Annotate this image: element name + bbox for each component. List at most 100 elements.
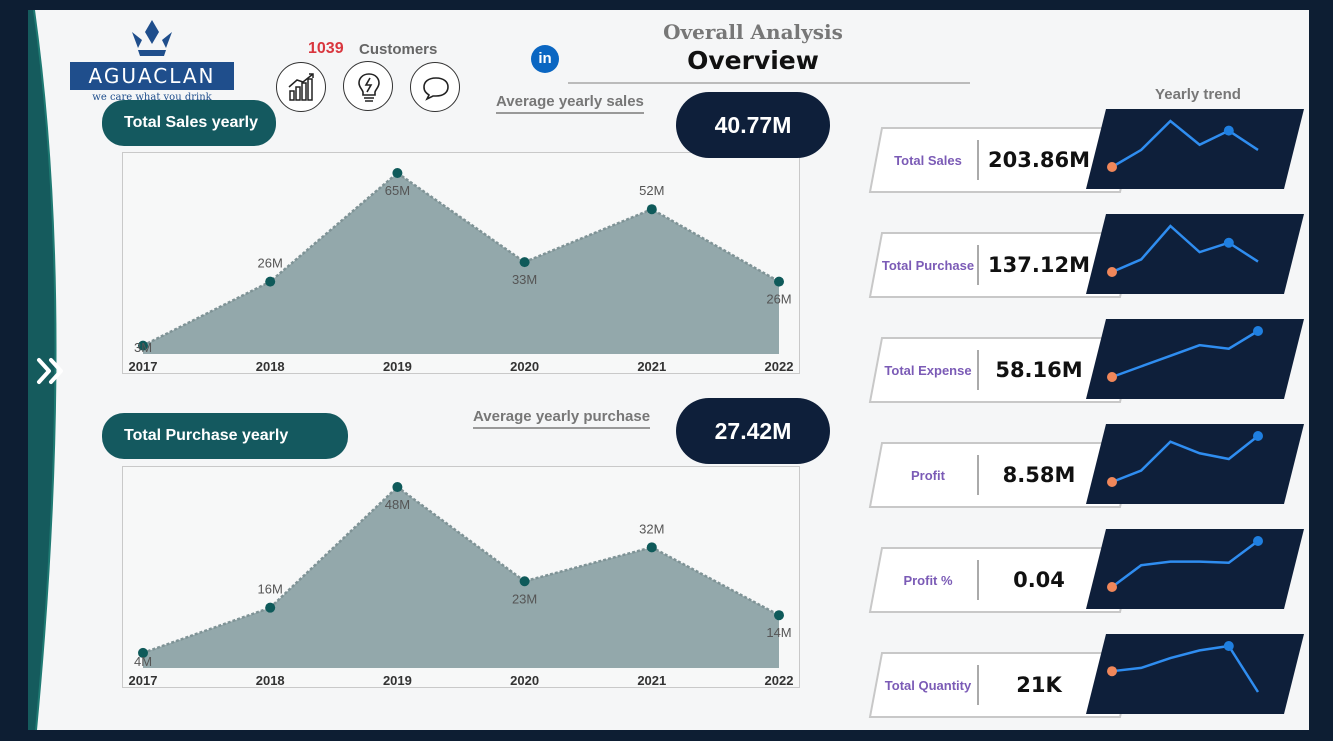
x-tick-label: 2019 (383, 673, 412, 688)
sparkline-card (1086, 109, 1304, 189)
x-tick-label: 2022 (765, 359, 794, 374)
data-point[interactable] (392, 168, 403, 178)
kpi-value: 21K (1016, 673, 1062, 697)
purchase-area-chart: 4M 2017 16M 2018 48M 2019 23M 2020 32M 2021 14M 202… (129, 482, 794, 688)
sales-yearly-pill: Total Sales yearly (102, 100, 276, 146)
kpi-value: 137.12M (988, 253, 1090, 277)
kpi-divider (977, 665, 979, 705)
sparkline-bg (1086, 214, 1304, 294)
x-tick-label: 2018 (256, 673, 285, 688)
data-label: 48M (385, 497, 410, 512)
sales-chart-box: 3M 2017 26M 2018 65M 2019 33M 2020 52M 2021 26M 202… (122, 152, 800, 374)
x-tick-label: 2019 (383, 359, 412, 374)
brand-logo: AGUACLAN we care what you drink (70, 18, 236, 103)
area-fill (143, 173, 779, 354)
double-chevron-right-icon[interactable] (34, 354, 70, 388)
sparkline-bg (1086, 634, 1304, 714)
avg-sales-value: 40.77M (676, 92, 830, 158)
sparkline-start-point (1107, 582, 1117, 592)
avg-sales-label: Average yearly sales (496, 93, 644, 114)
customer-label: Customers (359, 41, 438, 58)
data-label: 32M (639, 521, 664, 536)
sparkline-bg (1086, 109, 1304, 189)
data-label: 52M (639, 183, 664, 198)
kpi-divider (977, 245, 979, 285)
kpi-value: 0.04 (1013, 568, 1065, 592)
kpi-label: Total Sales (894, 152, 962, 168)
sparkline-card (1086, 634, 1304, 714)
kpi-divider (977, 455, 979, 495)
data-point[interactable] (519, 576, 530, 587)
data-point[interactable] (519, 257, 530, 268)
sparkline-bg (1086, 319, 1304, 399)
sparkline-bg (1086, 529, 1304, 609)
kpi-value: 8.58M (1002, 463, 1076, 487)
data-point[interactable] (774, 610, 784, 621)
x-tick-label: 2017 (129, 673, 158, 688)
page-title: Overall Analysis (663, 20, 843, 44)
x-tick-label: 2022 (765, 673, 794, 688)
data-point[interactable] (646, 542, 657, 553)
title-underline (568, 82, 970, 84)
x-tick-label: 2020 (510, 359, 539, 374)
data-point[interactable] (265, 602, 276, 613)
sparkline-start-point (1107, 372, 1117, 382)
growth-chart-icon[interactable] (276, 62, 326, 112)
kpi-value: 58.16M (995, 358, 1083, 382)
sparkline-highlight-point (1223, 237, 1234, 248)
data-point[interactable] (265, 276, 276, 287)
brand-name: AGUACLAN (70, 62, 234, 90)
data-label: 23M (512, 591, 537, 606)
kpi-value: 203.86M (988, 148, 1090, 172)
chat-bubble-icon[interactable] (410, 62, 460, 112)
sparkline-highlight-point (1223, 641, 1234, 651)
dashboard-frame: AGUACLAN we care what you drink 1039 Cus… (28, 10, 1309, 730)
sparkline-start-point (1107, 267, 1117, 277)
sparkline-highlight-point (1223, 125, 1234, 136)
kpi-label: Total Expense (884, 362, 972, 378)
x-tick-label: 2017 (129, 359, 158, 374)
sales-area-chart: 3M 2017 26M 2018 65M 2019 33M 2020 52M 2021 26M 202… (129, 168, 794, 374)
data-point[interactable] (646, 204, 657, 215)
avg-purchase-value: 27.42M (676, 398, 830, 464)
data-label: 14M (766, 625, 791, 640)
x-tick-label: 2020 (510, 673, 539, 688)
kpi-divider (977, 140, 979, 180)
kpi-label: Profit (911, 467, 945, 483)
avg-purchase-label: Average yearly purchase (473, 408, 651, 429)
data-label: 16M (258, 582, 283, 597)
data-label: 65M (385, 183, 410, 198)
purchase-chart-box: 4M 2017 16M 2018 48M 2019 23M 2020 32M 2021 14M 202… (122, 466, 800, 688)
purchase-yearly-pill: Total Purchase yearly (102, 413, 348, 459)
side-rail (28, 10, 76, 730)
lightbulb-icon[interactable] (343, 61, 393, 111)
area-fill (143, 487, 779, 668)
sparkline-highlight-point (1253, 326, 1263, 336)
kpi-label: Total Purchase (881, 257, 975, 273)
data-label: 33M (512, 272, 537, 287)
sparkline-bg (1086, 424, 1304, 504)
sparkline-card (1086, 214, 1304, 294)
x-tick-label: 2018 (256, 359, 285, 374)
data-point[interactable] (774, 276, 784, 287)
kpi-label: Total Quantity (884, 677, 972, 693)
sparkline-card (1086, 424, 1304, 504)
data-label: 3M (134, 340, 152, 355)
page-subtitle: Overview (687, 46, 819, 75)
data-label: 4M (134, 654, 152, 669)
yearly-trend-title: Yearly trend (1155, 86, 1241, 103)
logo-crown-icon (132, 20, 172, 56)
sparkline-start-point (1107, 666, 1117, 677)
sparkline-highlight-point (1253, 431, 1263, 441)
customer-count: 1039 (308, 40, 344, 57)
kpi-divider (977, 560, 979, 600)
data-point[interactable] (392, 482, 403, 492)
kpi-divider (977, 350, 979, 390)
data-label: 26M (258, 256, 283, 271)
sparkline-card (1086, 319, 1304, 399)
linkedin-icon[interactable]: in (531, 45, 559, 73)
kpi-label: Profit % (903, 572, 953, 588)
data-label: 26M (766, 292, 791, 307)
sparkline-highlight-point (1253, 536, 1263, 546)
x-tick-label: 2021 (637, 359, 666, 374)
